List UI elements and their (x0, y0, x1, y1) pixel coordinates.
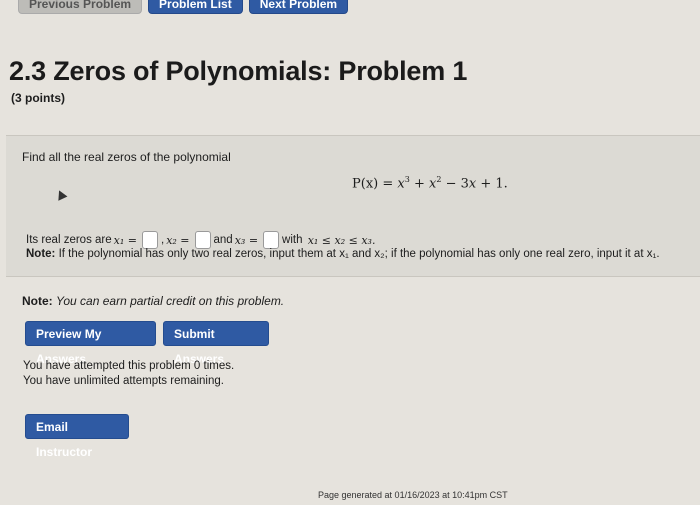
problem-list-button[interactable]: Problem List (148, 0, 243, 14)
problem-prompt: Find all the real zeros of the polynomia… (22, 150, 231, 164)
x2-label: x₂ = (166, 233, 190, 247)
zeros-answer-line: Its real zeros are x₁ = , x₂ = and x₃ = … (26, 231, 377, 249)
attempts-info: You have attempted this problem 0 times.… (23, 359, 234, 389)
attempts-remaining: You have unlimited attempts remaining. (23, 375, 224, 387)
problem-points: (3 points) (11, 91, 65, 105)
email-instructor-button[interactable]: Email Instructor (25, 414, 129, 459)
x1-answer-input[interactable] (141, 231, 158, 249)
page-title: 2.3 Zeros of Polynomials: Problem 1 (9, 56, 468, 86)
note-text: If the polynomial has only two real zero… (55, 248, 660, 260)
page-footer: Page generated at 01/16/2023 at 10:41pm … (318, 490, 508, 500)
previous-problem-button[interactable]: Previous Problem (18, 0, 143, 14)
polynomial-equation: P(x) = x3 + x2 − 3x + 1. (352, 175, 508, 192)
next-problem-button[interactable]: Next Problem (248, 0, 349, 14)
partial-credit-note: Note: You can earn partial credit on thi… (22, 294, 284, 308)
problem-note: Note: If the polynomial has only two rea… (26, 248, 660, 260)
note-label: Note: (26, 248, 56, 260)
with-label: with (282, 234, 303, 246)
problem-navbar: Previous Problem Problem List Next Probl… (0, 0, 349, 14)
order-condition: x₁ ≤ x₂ ≤ x₃. (307, 233, 376, 247)
attempts-count: You have attempted this problem 0 times. (23, 360, 235, 372)
zeros-prefix: Its real zeros are (26, 234, 112, 246)
x2-answer-input[interactable] (194, 231, 211, 249)
equation-lhs: P(x) = (352, 176, 398, 192)
x1-label: x₁ = (113, 233, 137, 247)
x3-answer-input[interactable] (263, 231, 280, 249)
and-label: and (213, 234, 233, 246)
submit-answers-button[interactable]: Submit Answers (163, 321, 269, 366)
partial-label: Note: (22, 294, 53, 308)
preview-answers-button[interactable]: Preview My Answers (25, 321, 156, 366)
partial-text: You can earn partial credit on this prob… (56, 294, 285, 308)
x3-label: x₃ = (234, 233, 259, 247)
